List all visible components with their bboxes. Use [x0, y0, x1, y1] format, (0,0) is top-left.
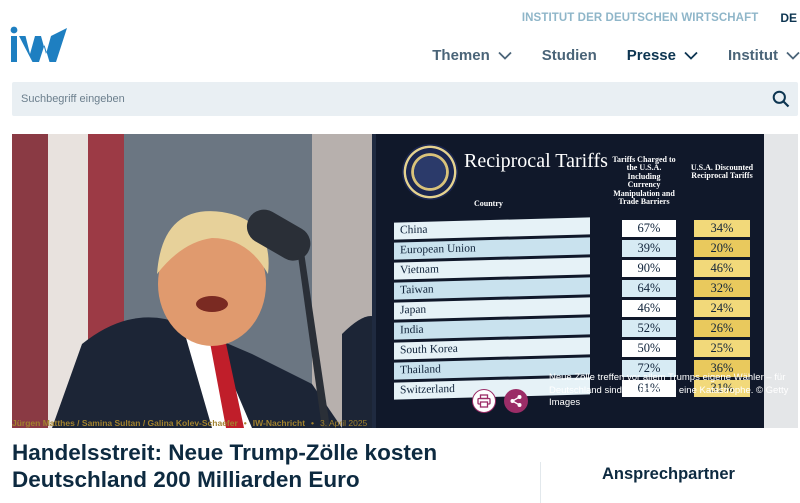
search-icon	[772, 90, 790, 108]
top-bar: INSTITUT DER DEUTSCHEN WIRTSCHAFT DE	[522, 10, 800, 26]
hero-image: Reciprocal Tariffs Country Tariffs Charg…	[12, 134, 798, 428]
iw-logo-mark	[10, 26, 67, 62]
nav-label: Themen	[432, 46, 490, 64]
image-caption: Neue Zölle treffen vor allem Trumps eige…	[549, 372, 789, 408]
board-discounted: 32%	[694, 280, 750, 297]
search-bar	[12, 82, 798, 116]
nav-label: Presse	[626, 46, 676, 64]
board-col-country: Country	[474, 199, 503, 208]
board-country: China	[394, 217, 590, 240]
board-country: Taiwan	[394, 277, 590, 300]
search-input[interactable]	[12, 82, 764, 116]
board-charged: 39%	[622, 240, 676, 257]
nav-item-institut[interactable]: Institut	[728, 47, 800, 64]
print-button[interactable]	[472, 389, 496, 413]
institute-name-link[interactable]: INSTITUT DER DEUTSCHEN WIRTSCHAFT	[522, 12, 758, 24]
nav-item-presse[interactable]: Presse	[627, 47, 698, 64]
search-button[interactable]	[764, 82, 798, 116]
nav-item-themen[interactable]: Themen	[432, 47, 512, 64]
board-discounted: 25%	[694, 340, 750, 357]
article-date: 3. April 2025	[320, 418, 368, 428]
board-title: Reciprocal Tariffs	[464, 150, 608, 172]
nav-label: Institut	[728, 46, 778, 64]
board-discounted: 34%	[694, 220, 750, 237]
board-col-charged: Tariffs Charged to the U.S.A. Including …	[612, 155, 676, 206]
board-country: European Union	[394, 237, 590, 260]
board-discounted: 20%	[694, 240, 750, 257]
main-nav: Themen Studien Presse Institut	[402, 44, 800, 66]
board-country: India	[394, 317, 590, 340]
article-meta: Jürgen Matthes / Samina Sultan / Galina …	[12, 418, 367, 428]
article-headline: Handelsstreit: Neue Trump-Zölle kosten D…	[12, 440, 438, 492]
board-discounted: 24%	[694, 300, 750, 317]
print-icon	[477, 394, 491, 408]
share-icon	[510, 395, 522, 407]
board-charged: 46%	[622, 300, 676, 317]
nav-item-studien[interactable]: Studien	[542, 47, 597, 64]
article-type: IW-Nachricht	[252, 418, 306, 428]
nav-label: Studien	[541, 46, 597, 64]
board-country: Japan	[394, 297, 590, 320]
meta-separator: •	[243, 418, 247, 428]
board-discounted: 26%	[694, 320, 750, 337]
chevron-down-icon	[684, 51, 698, 60]
contact-section-title: Ansprechpartner	[602, 465, 735, 483]
language-switch[interactable]: DE	[780, 11, 797, 25]
share-button[interactable]	[504, 389, 528, 413]
board-charged: 64%	[622, 280, 676, 297]
board-charged: 52%	[622, 320, 676, 337]
board-country: Vietnam	[394, 257, 590, 280]
chevron-down-icon	[498, 51, 512, 60]
iw-logo[interactable]	[10, 26, 68, 66]
board-charged: 90%	[622, 260, 676, 277]
board-charged: 50%	[622, 340, 676, 357]
board-country: South Korea	[394, 337, 590, 360]
presidential-seal-icon	[402, 144, 458, 200]
board-col-discounted: U.S.A. Discounted Reciprocal Tariffs	[690, 163, 754, 181]
board-charged: 67%	[622, 220, 676, 237]
chevron-down-icon	[786, 51, 800, 60]
sidebar-divider	[540, 462, 541, 503]
meta-separator: •	[311, 418, 315, 428]
board-discounted: 46%	[694, 260, 750, 277]
article-authors[interactable]: Jürgen Matthes / Samina Sultan / Galina …	[12, 418, 238, 428]
